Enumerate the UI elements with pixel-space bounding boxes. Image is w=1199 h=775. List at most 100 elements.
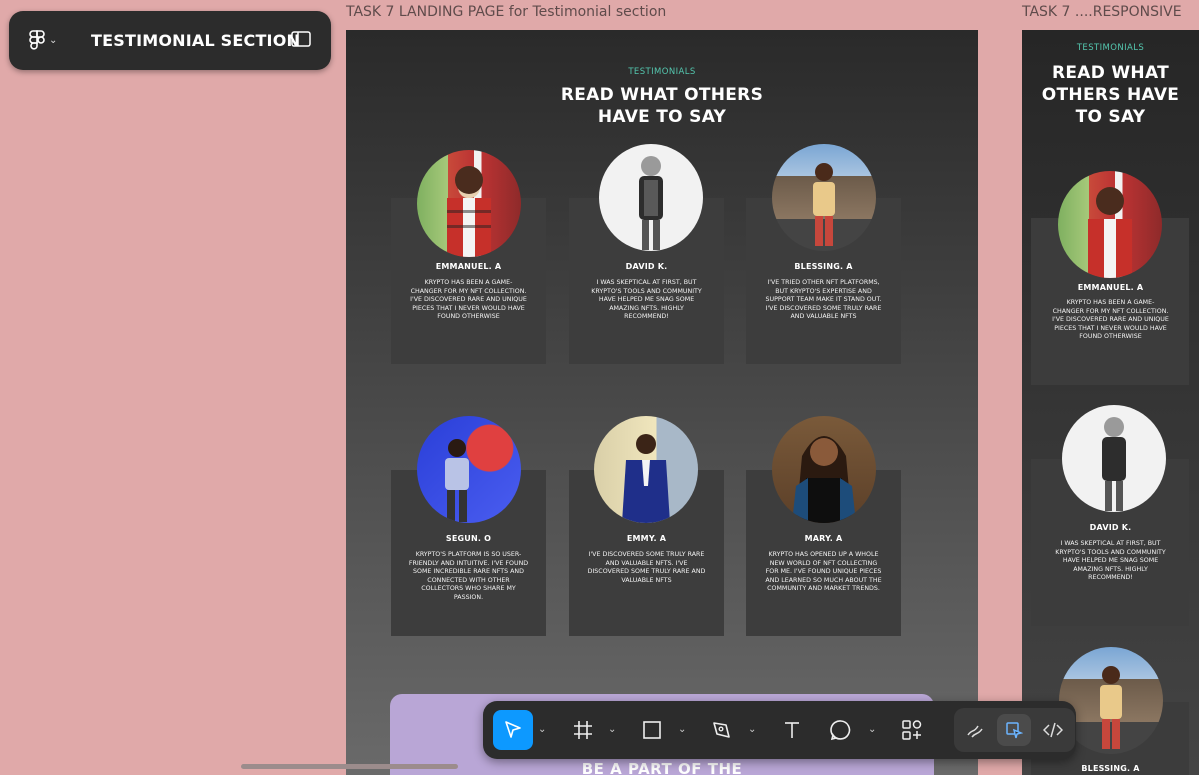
quote-line: I WAS SKEPTICAL AT FIRST, BUT (596, 279, 697, 286)
testimonial-quote: I WAS SKEPTICAL AT FIRST, BUT KRYPTO'S T… (1045, 540, 1176, 583)
quote-line: FOUND OTHERWISE (1079, 333, 1142, 340)
quote-line: COLLECTORS WHO SHARE MY (421, 585, 516, 592)
frame-tool-button[interactable] (563, 710, 603, 750)
avatar-photo (772, 144, 876, 251)
avatar-photo (417, 416, 521, 523)
quote-line: BUT KRYPTO'S EXPERTISE AND (775, 287, 872, 295)
chevron-down-icon[interactable]: ⌄ (608, 724, 616, 735)
chevron-down-icon: ⌄ (49, 35, 58, 46)
pen-tool-button[interactable] (702, 710, 742, 750)
bottom-toolbar: ⌄ ⌄ ⌄ ⌄ ⌄ (483, 701, 1076, 759)
chevron-down-icon[interactable]: ⌄ (748, 724, 756, 735)
quote-line: KRYPTO'S TOOLS AND COMMUNITY (1055, 548, 1166, 556)
chevron-down-icon[interactable]: ⌄ (538, 724, 546, 735)
move-tool-button[interactable] (493, 710, 533, 750)
testimonial-name: BLESSING. A (794, 262, 853, 271)
testimonial-quote: KRYPTO HAS OPENED UP A WHOLE NEW WORLD O… (758, 551, 889, 594)
quote-line: I'VE TRIED OTHER NFT PLATFORMS, (767, 279, 880, 286)
quote-line: HAVE HELPED ME SNAG SOME (598, 296, 695, 303)
headline-line-1: READ WHAT OTHERS (560, 85, 764, 105)
quote-line: I'VE DISCOVERED SOME TRULY RARE (588, 551, 705, 558)
testimonial-quote: I'VE TRIED OTHER NFT PLATFORMS, BUT KRYP… (758, 279, 889, 322)
frame-hash-icon (574, 721, 592, 739)
quote-line: COMMUNITY AND MARKET TRENDS. (767, 585, 880, 592)
testimonial-name: MARY. A (804, 534, 843, 543)
testimonial-name: DAVID K. (1089, 523, 1132, 532)
quote-line: PIECES THAT I NEVER WOULD HAVE (412, 304, 525, 312)
file-title[interactable]: TESTIMONIAL SECTION (91, 31, 300, 50)
quote-line: SOME INCREDIBLE RARE NFTS AND (413, 568, 524, 575)
horizontal-scrollbar[interactable] (241, 764, 458, 769)
testimonial-name: EMMY. A (626, 534, 667, 543)
quote-line: VALUABLE NFTS (621, 576, 672, 584)
quote-line: SUPPORT TEAM MAKE IT STAND OUT. (765, 296, 882, 303)
comment-tool-button[interactable] (821, 710, 861, 750)
chevron-down-icon[interactable]: ⌄ (868, 724, 876, 735)
design-mode-button[interactable] (997, 714, 1031, 746)
quote-line: KRYPTO'S TOOLS AND COMMUNITY (591, 287, 702, 295)
section-headline: READ WHAT OTHERS HAVE TO SAY (1022, 62, 1199, 128)
quote-line: HAVE HELPED ME SNAG SOME (1062, 557, 1159, 564)
dev-mode-button[interactable] (1036, 714, 1070, 746)
file-header: ⌄ TESTIMONIAL SECTION (9, 11, 331, 70)
avatar-photo (417, 150, 521, 257)
quote-line: AND LEARNED SO MUCH ABOUT THE (765, 576, 882, 584)
testimonial-quote: KRYPTO HAS BEEN A GAME- CHANGER FOR MY N… (1045, 299, 1176, 342)
quote-line: RECOMMEND! (1088, 574, 1133, 581)
section-eyebrow: TESTIMONIALS (628, 67, 696, 77)
mode-switcher (954, 708, 1075, 752)
avatar-photo (594, 416, 698, 523)
text-icon (785, 722, 799, 738)
headline-line-2: OTHERS HAVE (1041, 85, 1180, 105)
quote-line: KRYPTO HAS BEEN A GAME- (424, 279, 513, 286)
quote-line: FRIENDLY AND INTUITIVE. I'VE FOUND (408, 559, 529, 567)
quote-line: AND VALUABLE NFTS. I'VE (605, 559, 688, 567)
quote-line: FOR ME. I'VE FOUND UNIQUE PIECES (765, 568, 882, 575)
headline-line-2: HAVE TO SAY (597, 107, 727, 127)
section-headline: READ WHAT OTHERS HAVE TO SAY (346, 84, 978, 128)
responsive-frame-label[interactable]: TASK 7 ....RESPONSIVE (1022, 4, 1182, 20)
avatar-photo (1062, 405, 1166, 512)
shape-tool-button[interactable] (632, 710, 672, 750)
quote-line: AND VALUABLE NFTS (790, 313, 857, 320)
testimonial-name: EMMANUEL. A (1077, 283, 1144, 292)
quote-line: KRYPTO HAS OPENED UP A WHOLE (768, 551, 879, 558)
code-icon (1043, 722, 1063, 738)
quote-line: FOUND OTHERWISE (437, 313, 500, 320)
headline-line-1: READ WHAT (1051, 63, 1169, 83)
rectangle-icon (643, 721, 661, 739)
testimonial-frame[interactable]: TESTIMONIALS READ WHAT OTHERS HAVE TO SA… (346, 30, 978, 775)
responsive-frame[interactable]: TESTIMONIALS READ WHAT OTHERS HAVE TO SA… (1022, 30, 1199, 775)
quote-line: CHANGER FOR MY NFT COLLECTION. (410, 287, 527, 295)
quote-line: NEW WORLD OF NFT COLLECTING (769, 559, 878, 567)
cursor-icon (505, 721, 521, 738)
quote-line: KRYPTO'S PLATFORM IS SO USER- (415, 551, 522, 558)
quote-line: PASSION. (453, 593, 484, 601)
quote-line: CHANGER FOR MY NFT COLLECTION. (1052, 307, 1169, 315)
figma-logo-icon (29, 29, 45, 50)
testimonial-name: DAVID K. (625, 262, 668, 271)
quote-line: I'VE DISCOVERED RARE AND UNIQUE (410, 296, 527, 303)
quote-line: I'VE DISCOVERED RARE AND UNIQUE (1052, 316, 1169, 323)
cta-text: BE A PART OF THE (581, 760, 743, 775)
quote-line: PIECES THAT I NEVER WOULD HAVE (1054, 324, 1167, 332)
chevron-down-icon[interactable]: ⌄ (678, 724, 686, 735)
text-tool-button[interactable] (772, 710, 812, 750)
testimonial-name: SEGUN. O (445, 534, 492, 543)
main-menu-button[interactable]: ⌄ (29, 23, 69, 59)
sidebar-panel-icon[interactable] (291, 31, 311, 47)
comment-icon (830, 720, 851, 741)
quote-line: RECOMMEND! (624, 313, 669, 320)
quote-line: AMAZING NFTS. HIGHLY (609, 304, 684, 312)
testimonial-quote: KRYPTO'S PLATFORM IS SO USER- FRIENDLY A… (403, 551, 534, 602)
testimonial-quote: I WAS SKEPTICAL AT FIRST, BUT KRYPTO'S T… (581, 279, 712, 322)
quote-line: KRYPTO HAS BEEN A GAME- (1066, 299, 1155, 306)
design-mode-icon (1006, 722, 1023, 739)
actions-tool-button[interactable] (892, 710, 932, 750)
headline-line-3: TO SAY (1075, 107, 1146, 127)
main-frame-label[interactable]: TASK 7 LANDING PAGE for Testimonial sect… (346, 4, 666, 20)
quote-line: I WAS SKEPTICAL AT FIRST, BUT (1060, 540, 1161, 547)
testimonial-name: EMMANUEL. A (435, 262, 502, 271)
draw-mode-button[interactable] (958, 714, 992, 746)
pen-icon (713, 722, 730, 738)
